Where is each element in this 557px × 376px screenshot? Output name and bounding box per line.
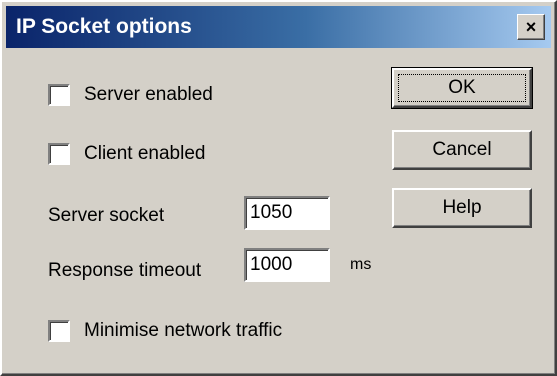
ip-socket-options-dialog: IP Socket options × Server enabled Clien… [0, 0, 557, 376]
server-socket-label: Server socket [48, 205, 165, 226]
help-button-label: Help [442, 197, 482, 218]
minimise-traffic-checkbox[interactable] [48, 320, 70, 342]
minimise-traffic-label: Minimise network traffic [84, 320, 283, 341]
minimise-traffic-option[interactable]: Minimise network traffic [48, 320, 282, 342]
server-enabled-label: Server enabled [84, 84, 213, 105]
help-button[interactable]: Help [392, 188, 532, 228]
dialog-title: IP Socket options [16, 15, 192, 38]
response-timeout-label: Response timeout [48, 260, 202, 281]
server-socket-input[interactable]: 1050 [244, 196, 330, 230]
cancel-button[interactable]: Cancel [392, 130, 532, 170]
title-bar[interactable]: IP Socket options × [6, 6, 551, 48]
cancel-button-label: Cancel [432, 139, 492, 160]
close-button[interactable]: × [517, 14, 545, 40]
ok-button[interactable]: OK [391, 67, 533, 109]
timeout-unit-label: ms [350, 256, 372, 273]
client-enabled-option[interactable]: Client enabled [48, 143, 205, 165]
focus-rectangle [398, 74, 526, 102]
client-enabled-checkbox[interactable] [48, 143, 70, 165]
server-enabled-option[interactable]: Server enabled [48, 84, 213, 106]
client-enabled-label: Client enabled [84, 143, 206, 164]
response-timeout-input[interactable]: 1000 [244, 248, 330, 282]
server-enabled-checkbox[interactable] [48, 84, 70, 106]
close-icon: × [525, 17, 537, 37]
